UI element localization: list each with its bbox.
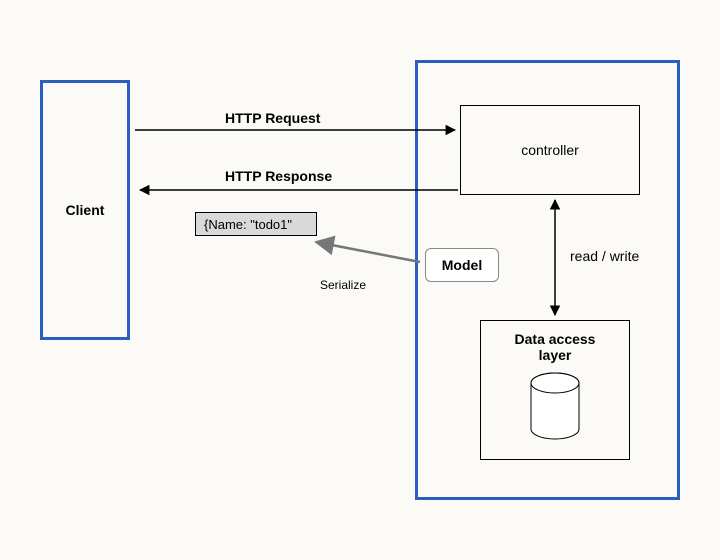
database-cylinder-icon <box>525 371 585 443</box>
http-response-label: HTTP Response <box>225 168 332 184</box>
controller-label: controller <box>521 142 579 158</box>
arrow-serialize <box>316 242 420 262</box>
controller-box: controller <box>460 105 640 195</box>
read-write-label: read / write <box>570 248 639 264</box>
data-access-box: Data access layer <box>480 320 630 460</box>
payload-box: {Name: "todo1" <box>195 212 317 236</box>
client-box: Client <box>40 80 130 340</box>
model-box: Model <box>425 248 499 282</box>
http-request-label: HTTP Request <box>225 110 320 126</box>
client-label: Client <box>66 202 105 218</box>
serialize-label: Serialize <box>320 278 366 292</box>
payload-text: {Name: "todo1" <box>204 217 292 232</box>
model-label: Model <box>442 257 482 273</box>
data-access-label: Data access layer <box>515 331 596 363</box>
